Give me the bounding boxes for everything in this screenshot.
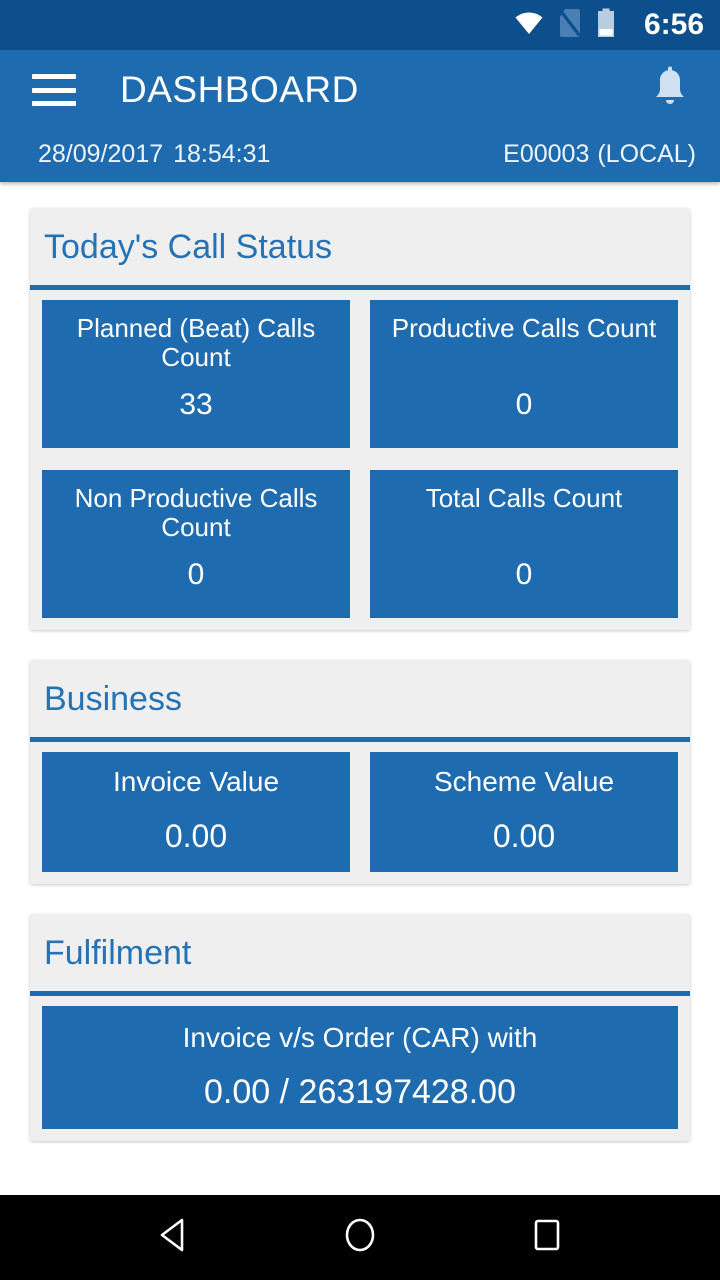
tile-value: 33 bbox=[179, 388, 213, 422]
card-todays-call-status: Today's Call Status Planned (Beat) Calls… bbox=[30, 208, 690, 631]
tile-value: 0.00 bbox=[164, 817, 228, 854]
system-status-bar: 6:56 bbox=[0, 0, 720, 50]
back-triangle-icon bbox=[156, 1217, 190, 1258]
dashboard-screen: 6:56 DASHBOARD 28/09/2017 18:54:31 E0000… bbox=[0, 0, 720, 1280]
battery-icon bbox=[596, 8, 616, 43]
card-title: Business bbox=[44, 680, 182, 719]
tile-row: Non Productive Calls Count 0 Total Calls… bbox=[42, 470, 678, 619]
hamburger-menu-icon[interactable] bbox=[32, 74, 76, 106]
hamburger-bar-2 bbox=[32, 87, 76, 93]
tile-row: Planned (Beat) Calls Count 33 Productive… bbox=[42, 300, 678, 449]
tile-label: Scheme Value bbox=[433, 766, 615, 798]
tile-row: Invoice Value 0.00 Scheme Value 0.00 bbox=[42, 752, 678, 872]
card-header: Business bbox=[30, 660, 690, 743]
tile-row: Invoice v/s Order (CAR) with 0.00 / 2631… bbox=[42, 1005, 678, 1129]
session-datetime: 28/09/2017 18:54:31 bbox=[38, 140, 270, 169]
page-title: DASHBOARD bbox=[120, 69, 359, 110]
tile-planned-beat-calls-count[interactable]: Planned (Beat) Calls Count 33 bbox=[42, 300, 350, 449]
tile-label: Total Calls Count bbox=[425, 483, 623, 514]
card-fulfilment: Fulfilment Invoice v/s Order (CAR) with … bbox=[30, 913, 690, 1141]
tile-value: 0.00 bbox=[492, 817, 556, 854]
card-title: Fulfilment bbox=[44, 933, 192, 972]
card-business: Business Invoice Value 0.00 Scheme Value… bbox=[30, 660, 690, 884]
tile-value: 0.00 / 263197428.00 bbox=[204, 1073, 516, 1111]
card-body: Invoice v/s Order (CAR) with 0.00 / 2631… bbox=[30, 996, 690, 1141]
tile-label: Invoice v/s Order (CAR) with bbox=[182, 1021, 538, 1053]
wifi-icon bbox=[514, 11, 544, 40]
card-body: Planned (Beat) Calls Count 33 Productive… bbox=[30, 290, 690, 630]
status-bar-icons: 6:56 bbox=[514, 8, 704, 43]
bell-icon bbox=[649, 66, 691, 115]
card-header: Fulfilment bbox=[30, 914, 690, 996]
app-bar-sub-row: 28/09/2017 18:54:31 E00003 (LOCAL) bbox=[0, 130, 720, 178]
tile-value: 0 bbox=[515, 558, 533, 592]
app-bar-main-row: DASHBOARD bbox=[0, 50, 720, 130]
tile-scheme-value[interactable]: Scheme Value 0.00 bbox=[370, 752, 678, 872]
user-code: E00003 bbox=[503, 139, 590, 168]
session-date: 28/09/2017 bbox=[38, 139, 164, 168]
recents-square-icon bbox=[531, 1217, 563, 1258]
no-sim-icon bbox=[558, 8, 582, 43]
dashboard-content: Today's Call Status Planned (Beat) Calls… bbox=[0, 182, 720, 1195]
android-navigation-bar bbox=[0, 1195, 720, 1280]
tile-label: Productive Calls Count bbox=[391, 313, 657, 344]
tile-non-productive-calls-count[interactable]: Non Productive Calls Count 0 bbox=[42, 470, 350, 619]
hamburger-bar-3 bbox=[32, 101, 76, 106]
user-mode: (LOCAL) bbox=[597, 139, 696, 168]
tile-label: Invoice Value bbox=[112, 766, 280, 798]
status-bar-clock: 6:56 bbox=[643, 8, 704, 41]
recents-button[interactable] bbox=[512, 1203, 582, 1273]
notifications-button[interactable] bbox=[642, 62, 698, 118]
tile-total-calls-count[interactable]: Total Calls Count 0 bbox=[370, 470, 678, 619]
tile-invoice-vs-order-car[interactable]: Invoice v/s Order (CAR) with 0.00 / 2631… bbox=[42, 1005, 678, 1129]
tile-label: Non Productive Calls Count bbox=[74, 483, 318, 543]
user-identity: E00003 (LOCAL) bbox=[503, 140, 696, 169]
session-time: 18:54:31 bbox=[173, 139, 271, 168]
home-circle-icon bbox=[342, 1216, 378, 1259]
card-title: Today's Call Status bbox=[44, 228, 333, 266]
home-button[interactable] bbox=[325, 1203, 395, 1273]
tile-value: 0 bbox=[515, 388, 533, 422]
card-body: Invoice Value 0.00 Scheme Value 0.00 bbox=[30, 742, 690, 883]
tile-invoice-value[interactable]: Invoice Value 0.00 bbox=[42, 752, 350, 872]
tile-label: Planned (Beat) Calls Count bbox=[76, 313, 316, 373]
card-header: Today's Call Status bbox=[30, 208, 690, 291]
tile-productive-calls-count[interactable]: Productive Calls Count 0 bbox=[370, 300, 678, 449]
tile-value: 0 bbox=[187, 558, 205, 592]
app-bar: DASHBOARD 28/09/2017 18:54:31 E00003 (LOCA… bbox=[0, 50, 720, 182]
hamburger-bar-1 bbox=[32, 74, 76, 79]
back-button[interactable] bbox=[138, 1203, 208, 1273]
